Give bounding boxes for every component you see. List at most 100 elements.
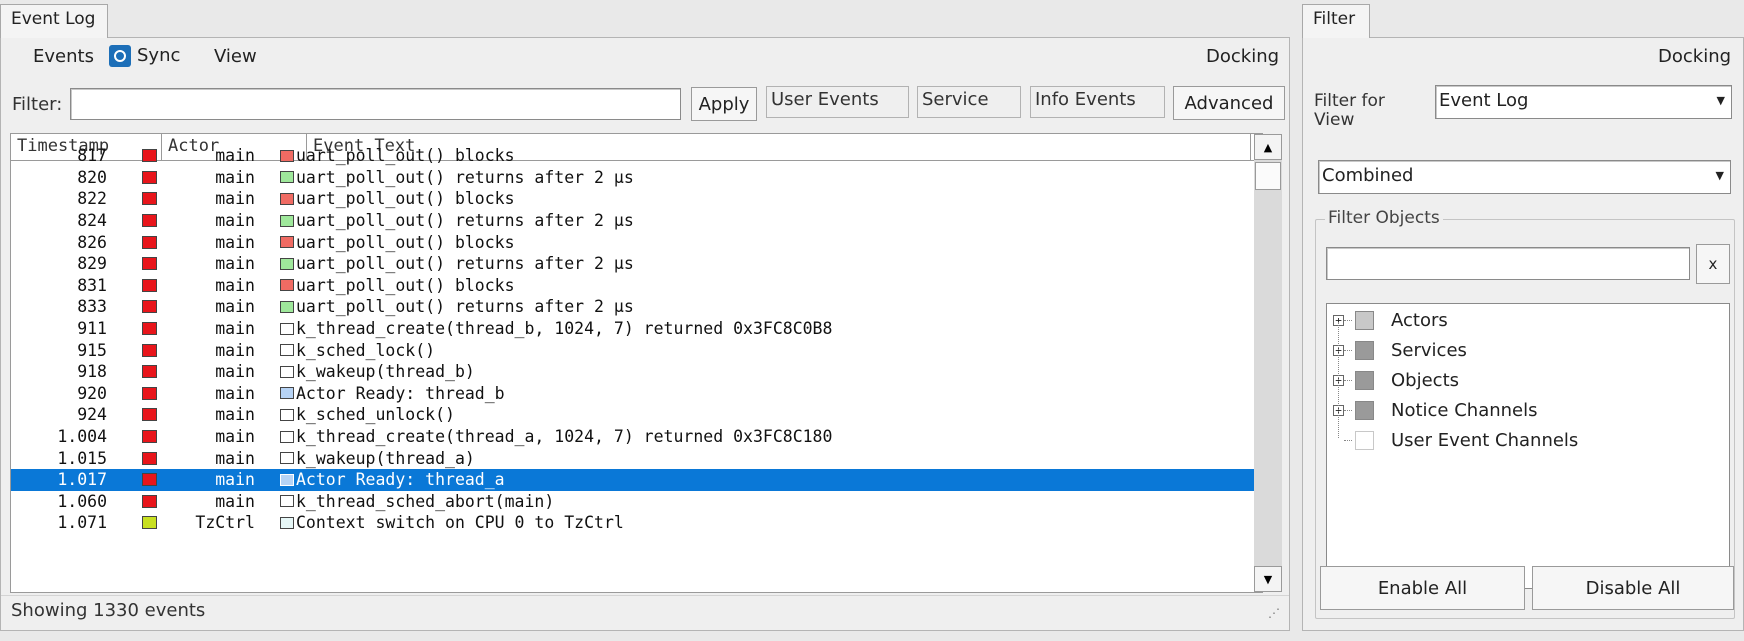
actor-color-swatch <box>111 192 157 206</box>
table-row[interactable]: 1.015 main k_wakeup(thread_a) <box>11 447 1262 469</box>
actor-color-swatch <box>111 430 157 444</box>
tree-checkbox[interactable] <box>1355 311 1374 330</box>
service-toggle[interactable]: Service <box>917 86 1021 118</box>
filter-label: Filter: <box>12 94 63 115</box>
event-log-menubar: Events Sync View Docking <box>1 38 1289 78</box>
row-event-text: k_thread_sched_abort(main) <box>262 492 1262 511</box>
row-timestamp: 820 <box>77 167 107 187</box>
tab-filter[interactable]: Filter <box>1302 4 1370 38</box>
table-row[interactable]: 824 main uart_poll_out() returns after 2 µ… <box>11 210 1262 232</box>
table-row[interactable]: 1.004 main k_thread_create(thread_a, 1024,… <box>11 426 1262 448</box>
table-row[interactable]: 833 main uart_poll_out() returns after 2 µ… <box>11 296 1262 318</box>
table-row[interactable]: 822 main uart_poll_out() blocks <box>11 188 1262 210</box>
view-select[interactable]: Event Log ▼ <box>1435 85 1732 119</box>
row-actor: main <box>215 362 255 382</box>
scroll-up-arrow-icon[interactable]: ▲ <box>1254 134 1282 160</box>
tree-item-objects[interactable]: + Objects <box>1333 370 1459 391</box>
table-row[interactable]: 831 main uart_poll_out() blocks <box>11 275 1262 297</box>
actor-color-icon <box>142 192 157 206</box>
vertical-scrollbar[interactable]: ▲ ▼ <box>1254 134 1282 592</box>
clear-search-button[interactable]: x <box>1696 244 1730 284</box>
row-timestamp: 1.015 <box>57 448 107 468</box>
row-timestamp: 1.060 <box>57 491 107 511</box>
actor-color-swatch <box>111 473 157 487</box>
tab-event-log[interactable]: Event Log <box>0 4 108 38</box>
event-type-icon <box>280 322 294 335</box>
table-row[interactable]: 911 main k_thread_create(thread_b, 1024, 7… <box>11 318 1262 340</box>
actor-color-icon <box>142 473 157 487</box>
table-row[interactable]: 826 main uart_poll_out() blocks <box>11 231 1262 253</box>
row-event-text-value: k_thread_create(thread_b, 1024, 7) retur… <box>296 319 833 339</box>
row-event-text: k_sched_unlock() <box>262 405 1262 424</box>
row-timestamp: 1.071 <box>57 513 107 533</box>
actor-color-swatch <box>111 343 157 357</box>
table-row[interactable]: 1.071 TzCtrl Context switch on CPU 0 to Tz… <box>11 512 1262 534</box>
filter-objects-label: Filter Objects <box>1325 208 1443 228</box>
enable-all-button[interactable]: Enable All <box>1320 566 1525 610</box>
event-type-icon <box>280 214 294 227</box>
filter-objects-search[interactable] <box>1326 247 1690 280</box>
tree-checkbox[interactable] <box>1355 431 1374 450</box>
actor-color-icon <box>142 343 157 357</box>
actor-color-swatch <box>111 149 157 163</box>
row-timestamp: 824 <box>77 211 107 231</box>
menu-sync[interactable]: Sync <box>109 45 180 67</box>
status-text: Showing 1330 events <box>11 600 206 621</box>
row-actor: main <box>215 297 255 317</box>
actor-color-swatch <box>111 257 157 271</box>
event-type-icon <box>280 149 294 162</box>
tree-item-notice-channels[interactable]: + Notice Channels <box>1333 400 1538 421</box>
tree-item-label: Notice Channels <box>1391 400 1538 421</box>
tree-item-services[interactable]: + Services <box>1333 340 1467 361</box>
tab-filter-label: Filter <box>1313 9 1356 29</box>
actor-color-swatch <box>111 322 157 336</box>
table-row[interactable]: 817 main uart_poll_out() blocks <box>11 145 1262 167</box>
row-actor: main <box>215 405 255 425</box>
table-row[interactable]: 924 main k_sched_unlock() <box>11 404 1262 426</box>
scrollbar-thumb[interactable] <box>1255 162 1281 190</box>
apply-button[interactable]: Apply <box>691 87 757 121</box>
table-row[interactable]: 1.017 main Actor Ready: thread_a <box>11 468 1262 491</box>
row-actor: main <box>215 189 255 209</box>
menu-events[interactable]: Events <box>33 46 94 67</box>
table-row[interactable]: 920 main Actor Ready: thread_b <box>11 383 1262 405</box>
event-type-icon <box>280 473 294 486</box>
scroll-down-arrow-icon[interactable]: ▼ <box>1254 566 1282 592</box>
tree-checkbox[interactable] <box>1355 341 1374 360</box>
table-row[interactable]: 1.060 main k_thread_sched_abort(main) <box>11 491 1262 513</box>
info-events-toggle[interactable]: Info Events <box>1030 86 1165 118</box>
row-event-text: k_sched_lock() <box>262 341 1262 360</box>
menu-view[interactable]: View <box>214 46 257 67</box>
row-event-text: uart_poll_out() blocks <box>262 276 1262 295</box>
table-row[interactable]: 820 main uart_poll_out() returns after 2 µ… <box>11 167 1262 189</box>
disable-all-button[interactable]: Disable All <box>1532 566 1734 610</box>
row-timestamp: 1.004 <box>57 427 107 447</box>
mode-select[interactable]: Combined ▼ <box>1318 160 1731 194</box>
row-event-text-value: uart_poll_out() returns after 2 µs <box>296 167 634 187</box>
tree-checkbox[interactable] <box>1355 401 1374 420</box>
tree-guide-line <box>1338 322 1339 438</box>
filter-input[interactable] <box>70 88 681 120</box>
row-event-text-value: uart_poll_out() blocks <box>296 146 515 166</box>
chevron-down-icon: ▼ <box>1716 94 1725 107</box>
row-actor: main <box>215 254 255 274</box>
row-event-text-value: Context switch on CPU 0 to TzCtrl <box>296 513 624 533</box>
row-event-text: uart_poll_out() blocks <box>262 233 1262 252</box>
resize-grip-icon[interactable]: ⋰ <box>1268 606 1280 620</box>
advanced-button[interactable]: Advanced <box>1173 86 1285 120</box>
filter-docking-button[interactable]: Docking <box>1658 46 1731 67</box>
docking-button[interactable]: Docking <box>1206 46 1279 67</box>
tree-checkbox[interactable] <box>1355 371 1374 390</box>
tree-item-actors[interactable]: + Actors <box>1333 310 1448 331</box>
sync-icon <box>109 45 131 67</box>
tree-item-user-event-channels[interactable]: User Event Channels <box>1333 430 1578 451</box>
actor-color-swatch <box>111 494 157 508</box>
event-type-icon <box>280 430 294 443</box>
table-row[interactable]: 829 main uart_poll_out() returns after 2 µ… <box>11 253 1262 275</box>
table-row[interactable]: 918 main k_wakeup(thread_b) <box>11 361 1262 383</box>
row-event-text: uart_poll_out() returns after 2 µs <box>262 168 1262 187</box>
row-event-text-value: k_wakeup(thread_b) <box>296 362 475 382</box>
table-row[interactable]: 915 main k_sched_lock() <box>11 339 1262 361</box>
actor-color-swatch <box>111 365 157 379</box>
user-events-toggle[interactable]: User Events <box>766 86 909 118</box>
